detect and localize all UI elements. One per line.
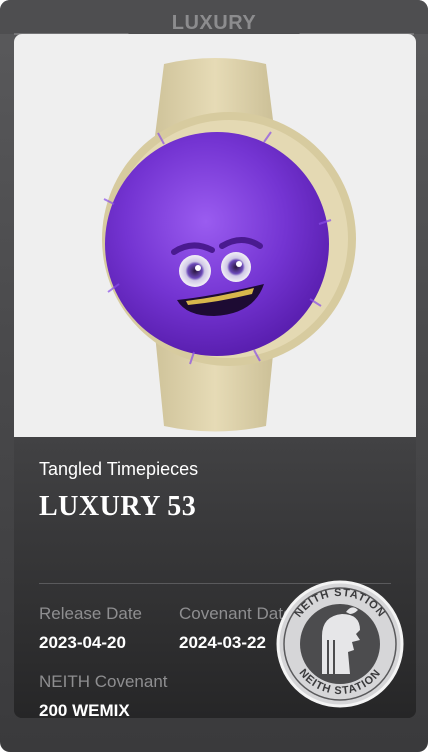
release-date-label: Release Date [39, 604, 143, 623]
release-date-value: 2023-04-20 [39, 633, 126, 652]
tab-label: LUXURY [171, 12, 257, 34]
nft-title: LUXURY 53 [39, 491, 197, 522]
covenant-date-value: 2024-03-22 [179, 633, 266, 652]
purple-monster-watch-image [102, 58, 356, 432]
covenant-price-value: 200 WEMIX [39, 701, 130, 718]
covenant-price-label: NEITH Covenant [39, 672, 168, 691]
nft-image[interactable] [14, 34, 416, 437]
neith-station-seal-icon: NEITH STATION NEITH STATION [270, 574, 410, 719]
nft-card[interactable]: LUXURY Tangled Timepieces LUXURY 53 Rele… [0, 0, 428, 752]
collection-name: Tangled Timepieces [39, 459, 199, 479]
